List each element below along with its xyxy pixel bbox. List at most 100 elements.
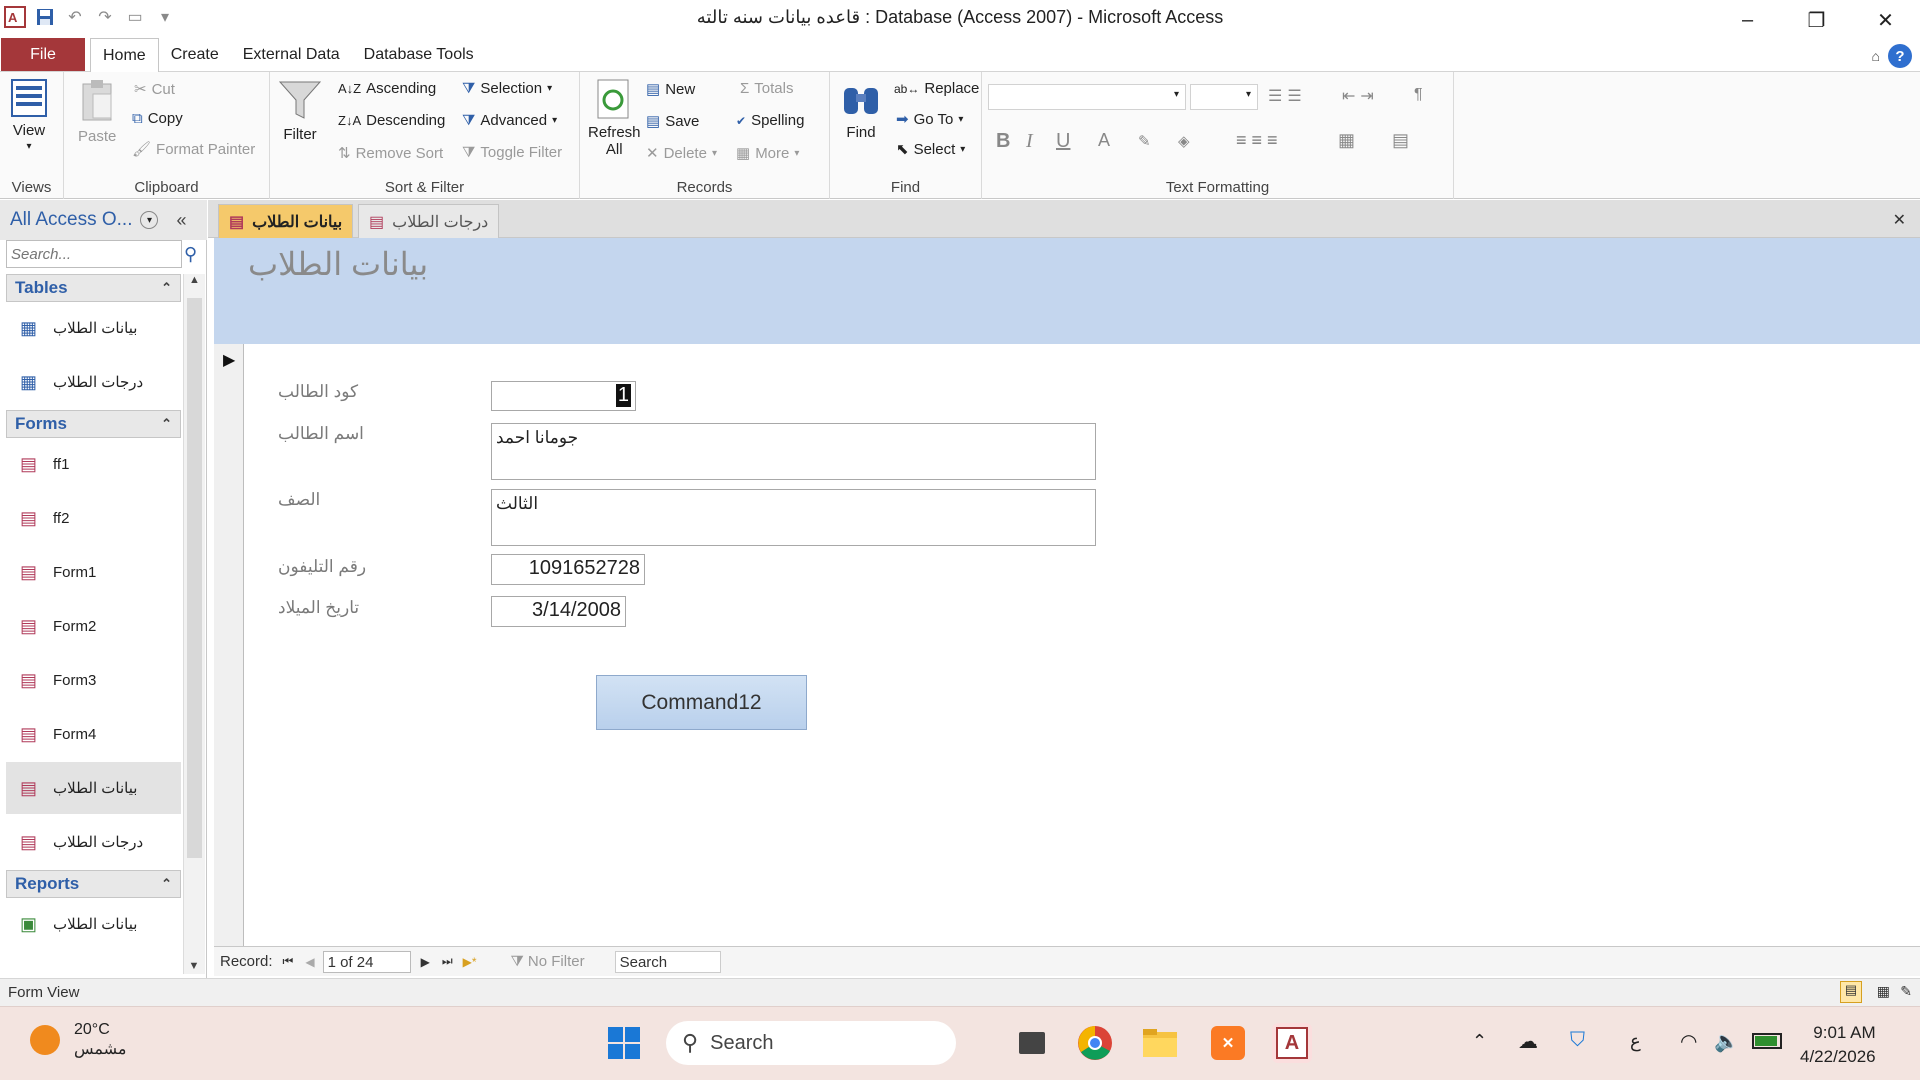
input-language[interactable]: ع (1630, 1031, 1641, 1052)
find-button[interactable]: Find (840, 78, 882, 141)
phone-field[interactable]: 1091652728 (491, 554, 645, 585)
nav-dropdown-icon[interactable]: ▾ (140, 211, 159, 229)
xampp-icon[interactable]: ✕ (1208, 1023, 1248, 1063)
wifi-icon[interactable]: ◠ (1680, 1029, 1697, 1054)
selection-button[interactable]: ⧩ Selection ▾ (462, 80, 552, 97)
nav-scrollbar[interactable]: ▲ ▼ (183, 274, 205, 974)
italic-button[interactable]: I (1026, 130, 1033, 153)
student-code-field[interactable]: 1 (491, 381, 636, 411)
task-view-icon[interactable] (1012, 1023, 1052, 1063)
form-view-icon[interactable]: ▤ (1840, 981, 1862, 1003)
select-button[interactable]: ⬉ Select ▾ (896, 140, 965, 159)
close-document-icon[interactable]: ✕ (1893, 210, 1906, 230)
section-tables[interactable]: Tables ⌃ (6, 274, 181, 302)
chrome-icon[interactable] (1075, 1023, 1115, 1063)
nav-report-item[interactable]: ▣ بيانات الطلاب (6, 898, 181, 950)
totals-button[interactable]: Σ Totals (740, 80, 793, 97)
volume-icon[interactable]: 🔈 (1714, 1029, 1739, 1054)
fill-color-button[interactable]: ◈ (1178, 132, 1190, 150)
battery-icon[interactable] (1752, 1033, 1782, 1049)
view-button[interactable]: View ▾ (10, 78, 48, 152)
font-size-dropdown[interactable]: ▾ (1190, 84, 1258, 110)
alternate-row-color-button[interactable]: ▤ (1392, 130, 1409, 151)
no-filter-button[interactable]: ⧩ No Filter (511, 953, 585, 970)
nav-form-item[interactable]: ▤ ff2 (6, 492, 181, 544)
scroll-thumb[interactable] (187, 298, 202, 858)
access-taskbar-icon[interactable]: A (1272, 1023, 1312, 1063)
more-button[interactable]: ▦ More ▾ (736, 144, 799, 163)
help-icon[interactable]: ? (1888, 44, 1912, 68)
align-buttons[interactable]: ≡ ≡ ≡ (1236, 130, 1278, 151)
file-tab[interactable]: File (1, 38, 85, 71)
minimize-button[interactable]: – (1713, 0, 1782, 40)
taskbar-search[interactable]: ⚲ Search (666, 1021, 956, 1065)
minimize-ribbon-icon[interactable]: ⌂ (1872, 48, 1880, 64)
nav-search-input[interactable] (6, 240, 182, 268)
record-selector[interactable]: ▶ (214, 344, 244, 946)
section-forms[interactable]: Forms ⌃ (6, 410, 181, 438)
remove-sort-button[interactable]: ⇅ Remove Sort (338, 144, 443, 163)
bold-button[interactable]: B (996, 130, 1010, 153)
nav-table-item[interactable]: ▦ بيانات الطلاب (6, 302, 181, 354)
start-button[interactable] (604, 1023, 644, 1063)
indent-buttons[interactable]: ⇤ ⇥ (1342, 86, 1374, 106)
command12-button[interactable]: Command12 (596, 675, 807, 730)
nav-form-item[interactable]: ▤ Form1 (6, 546, 181, 598)
spelling-button[interactable]: ✔ Spelling (736, 112, 804, 129)
datasheet-view-icon[interactable]: ▦ (1877, 983, 1890, 1000)
cut-button[interactable]: ✂ Cut (134, 80, 175, 99)
tab-external-data[interactable]: External Data (231, 38, 352, 72)
refresh-all-button[interactable]: Refresh All (588, 78, 641, 158)
weather-widget[interactable]: 20°C مشمس (30, 1021, 127, 1059)
delete-record-button[interactable]: ✕ Delete ▾ (646, 144, 717, 163)
restore-button[interactable]: ❐ (1782, 0, 1851, 40)
nav-form-item[interactable]: ▤ Form4 (6, 708, 181, 760)
clock[interactable]: 9:01 AM 4/22/2026 (1800, 1021, 1876, 1069)
nav-form-item[interactable]: ▤ درجات الطلاب (6, 816, 181, 868)
record-search-input[interactable]: Search (614, 950, 721, 973)
record-position-field[interactable]: 1 of 24 (322, 950, 411, 973)
nav-form-item[interactable]: ▤ Form3 (6, 654, 181, 706)
paste-button[interactable]: Paste (78, 78, 116, 145)
highlight-button[interactable]: ✎ (1138, 132, 1151, 150)
show-hidden-icons[interactable]: ⌃ (1472, 1031, 1487, 1052)
doc-tab-student-grades[interactable]: ▤ درجات الطلاب (358, 204, 500, 238)
nav-form-item[interactable]: ▤ Form2 (6, 600, 181, 652)
copy-button[interactable]: ⧉ Copy (132, 110, 183, 127)
nav-form-item[interactable]: ▤ ff1 (6, 438, 181, 490)
replace-button[interactable]: ab↔ Replace (894, 80, 979, 97)
student-name-field[interactable]: جومانا احمد (491, 423, 1096, 480)
filter-button[interactable]: Filter (278, 78, 322, 143)
tab-database-tools[interactable]: Database Tools (352, 38, 486, 72)
tab-home[interactable]: Home (90, 38, 159, 72)
next-record-icon[interactable]: ▶ (421, 955, 430, 969)
font-color-button[interactable]: A (1098, 130, 1110, 151)
doc-tab-student-data[interactable]: ▤ بيانات الطلاب (218, 204, 354, 238)
scroll-down-icon[interactable]: ▼ (184, 960, 204, 972)
close-button[interactable]: ✕ (1851, 0, 1920, 40)
design-view-icon[interactable]: ✎ (1900, 983, 1912, 1000)
ascending-button[interactable]: A↓Z Ascending (338, 80, 436, 97)
new-record-nav-icon[interactable]: ▶* (463, 955, 477, 969)
bullets-button[interactable]: ☰ ☰ (1268, 86, 1302, 106)
security-icon[interactable]: ⛉ (1570, 1029, 1585, 1052)
save-record-button[interactable]: ▤ Save (646, 112, 699, 131)
nav-form-item-selected[interactable]: ▤ بيانات الطلاب (6, 762, 181, 814)
first-record-icon[interactable]: ⏮ (283, 954, 294, 969)
last-record-icon[interactable]: ⏭ (442, 954, 453, 969)
toggle-filter-button[interactable]: ⧩ Toggle Filter (462, 144, 562, 161)
nav-table-item[interactable]: ▦ درجات الطلاب (6, 356, 181, 408)
class-field[interactable]: الثالث (491, 489, 1096, 546)
format-painter-button[interactable]: 🖌 Format Painter (132, 140, 255, 159)
descending-button[interactable]: Z↓A Descending (338, 112, 445, 129)
underline-button[interactable]: U (1056, 130, 1070, 153)
advanced-button[interactable]: ⧩ Advanced ▾ (462, 112, 557, 129)
section-reports[interactable]: Reports ⌃ (6, 870, 181, 898)
birth-date-field[interactable]: 3/14/2008 (491, 596, 626, 627)
goto-button[interactable]: ➡ Go To ▾ (896, 110, 963, 129)
file-explorer-icon[interactable] (1140, 1023, 1180, 1063)
onedrive-icon[interactable]: ☁ (1518, 1029, 1538, 1054)
nav-pane-header[interactable]: All Access O... ▾ « (0, 200, 207, 240)
font-name-dropdown[interactable]: ▾ (988, 84, 1186, 110)
search-icon[interactable]: ⚲ (184, 244, 197, 265)
